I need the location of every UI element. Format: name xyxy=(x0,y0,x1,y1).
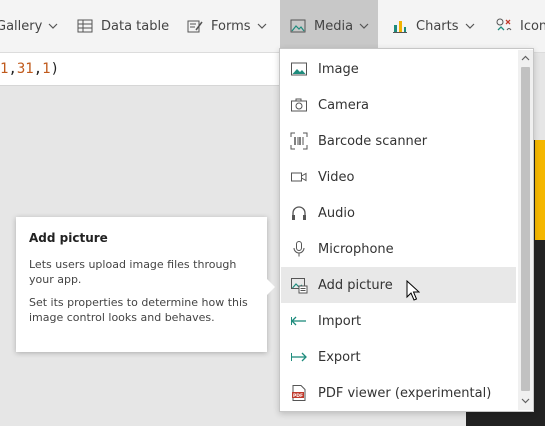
camera-icon xyxy=(291,98,307,112)
formula-arg-1: 1 xyxy=(0,61,9,77)
icons-gallery-icon xyxy=(496,18,512,31)
menu-item-microphone[interactable]: Microphone xyxy=(281,231,516,267)
menu-item-label: Barcode scanner xyxy=(318,133,428,149)
pdf-icon: PDF xyxy=(292,385,306,401)
formula-close-paren: ) xyxy=(50,61,60,77)
icons-menu-button[interactable]: Icons xyxy=(496,0,545,52)
menu-item-label: Image xyxy=(318,61,359,77)
video-icon xyxy=(291,172,307,182)
media-label: Media xyxy=(314,18,354,34)
menu-item-barcode-scanner[interactable]: Barcode scanner xyxy=(281,123,516,159)
menu-item-audio[interactable]: Audio xyxy=(281,195,516,231)
menu-item-label: Export xyxy=(318,349,361,365)
canvas-accent-bar xyxy=(535,140,545,240)
table-icon xyxy=(77,19,93,33)
menu-item-label: Microphone xyxy=(318,241,394,257)
menu-item-pdf-viewer[interactable]: PDF PDF viewer (experimental) xyxy=(281,375,516,411)
menu-item-label: Add picture xyxy=(318,277,393,293)
menu-item-label: Import xyxy=(318,313,362,329)
media-dropdown-menu: Image Camera Barcode scanner Video Audio… xyxy=(279,48,534,412)
menu-item-export[interactable]: Export xyxy=(281,339,516,375)
chevron-down-icon xyxy=(465,23,474,29)
menu-item-image[interactable]: Image xyxy=(281,51,516,87)
data-table-button[interactable]: Data table xyxy=(77,0,169,52)
scroll-down-arrow-icon[interactable] xyxy=(521,396,530,405)
media-menu-button[interactable]: Media xyxy=(280,0,378,52)
mouse-pointer-icon xyxy=(406,280,420,301)
gallery-menu-button[interactable]: Gallery xyxy=(0,0,58,52)
formula-arg-2: 31 xyxy=(16,61,34,77)
chevron-down-icon xyxy=(48,23,58,29)
formula-separator: , xyxy=(8,61,17,77)
formula-separator: , xyxy=(33,61,43,77)
menu-item-label: Video xyxy=(318,169,355,185)
chevron-down-icon xyxy=(257,23,266,29)
import-icon xyxy=(291,316,306,326)
formula-arg-3: 1 xyxy=(42,61,51,77)
insert-ribbon: Gallery Data table Forms Media Charts Ic… xyxy=(0,0,545,53)
tooltip-title: Add picture xyxy=(29,231,108,245)
menu-item-label: Camera xyxy=(318,97,370,113)
scroll-up-arrow-icon[interactable] xyxy=(521,54,530,63)
microphone-icon xyxy=(293,241,305,257)
menu-item-video[interactable]: Video xyxy=(281,159,516,195)
scrollbar-thumb[interactable] xyxy=(521,67,530,391)
headphones-icon xyxy=(292,206,306,220)
tooltip-description: Lets users upload image files through yo… xyxy=(29,258,237,286)
bar-chart-icon xyxy=(393,21,407,33)
svg-text:PDF: PDF xyxy=(293,393,303,399)
menu-item-add-picture[interactable]: Add picture xyxy=(281,267,516,303)
data-table-label: Data table xyxy=(101,18,170,34)
forms-label: Forms xyxy=(211,18,251,34)
forms-menu-button[interactable]: Forms xyxy=(187,0,267,52)
menu-item-import[interactable]: Import xyxy=(281,303,516,339)
gallery-label: Gallery xyxy=(0,18,43,34)
form-edit-icon xyxy=(187,20,203,33)
charts-menu-button[interactable]: Charts xyxy=(392,0,475,52)
barcode-icon xyxy=(290,132,308,150)
menu-item-camera[interactable]: Camera xyxy=(281,87,516,123)
chevron-down-icon xyxy=(359,23,369,29)
menu-scrollbar[interactable] xyxy=(518,50,533,410)
icons-label: Icons xyxy=(520,18,545,34)
add-picture-icon xyxy=(291,278,308,294)
charts-label: Charts xyxy=(416,18,459,34)
image-icon xyxy=(290,19,306,33)
menu-item-label: PDF viewer (experimental) xyxy=(318,385,492,401)
formula-bar[interactable]: 1, 31, 1) xyxy=(0,53,290,86)
export-icon xyxy=(291,352,307,362)
image-icon xyxy=(291,62,307,76)
control-tooltip: Add picture Lets users upload image file… xyxy=(16,217,275,352)
menu-item-label: Audio xyxy=(318,205,355,221)
tooltip-properties-note: Set its properties to determine how this… xyxy=(29,296,248,324)
